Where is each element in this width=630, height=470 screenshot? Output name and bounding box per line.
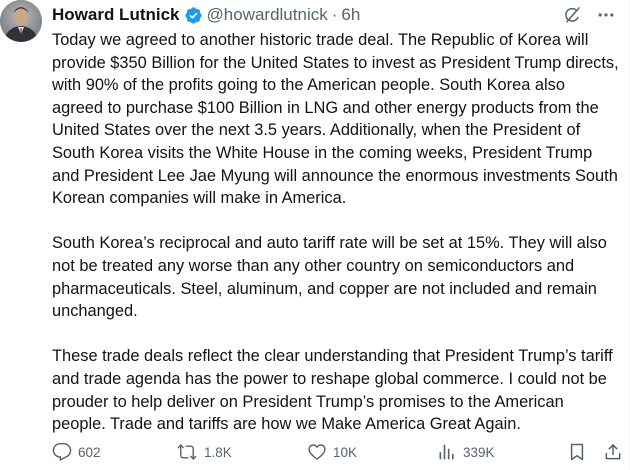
tweet-paragraph: South Korea’s reciprocal and auto tariff…: [52, 234, 607, 321]
share-icon: [605, 444, 621, 460]
grok-icon[interactable]: [562, 5, 582, 25]
tweet: Howard Lutnick @howardlutnick · 6h Today…: [0, 0, 630, 470]
bookmark-button[interactable]: [567, 442, 587, 462]
heart-icon: [308, 444, 326, 460]
analytics-icon: [439, 444, 454, 460]
repost-icon: [177, 444, 197, 460]
header-actions: [562, 5, 616, 25]
tweet-text: Today we agreed to another historic trad…: [52, 29, 620, 458]
reply-icon: [52, 442, 72, 461]
more-icon[interactable]: [596, 5, 616, 25]
bookmark-icon: [570, 443, 584, 461]
author-name[interactable]: Howard Lutnick: [52, 4, 180, 26]
timestamp[interactable]: 6h: [341, 4, 360, 26]
like-count: 10K: [333, 444, 358, 460]
share-button[interactable]: [603, 442, 623, 462]
verified-badge-icon: [184, 6, 203, 25]
reply-button[interactable]: 602: [52, 442, 101, 462]
views-count: 339K: [463, 444, 495, 460]
avatar-photo-icon: [0, 0, 42, 42]
tweet-header: Howard Lutnick @howardlutnick · 6h: [52, 4, 622, 26]
separator-dot: ·: [331, 5, 338, 24]
repost-count: 1.8K: [204, 444, 232, 460]
action-bar: 602 1.8K 10K 339K: [52, 440, 621, 464]
author-handle[interactable]: @howardlutnick: [207, 4, 328, 26]
reply-count: 602: [78, 444, 101, 460]
like-button[interactable]: 10K: [307, 442, 357, 462]
tweet-paragraph: These trade deals reflect the clear unde…: [52, 347, 613, 434]
views-button[interactable]: 339K: [437, 442, 495, 462]
tweet-paragraph: Today we agreed to another historic trad…: [52, 31, 619, 208]
avatar[interactable]: [0, 0, 42, 42]
repost-button[interactable]: 1.8K: [176, 442, 232, 462]
